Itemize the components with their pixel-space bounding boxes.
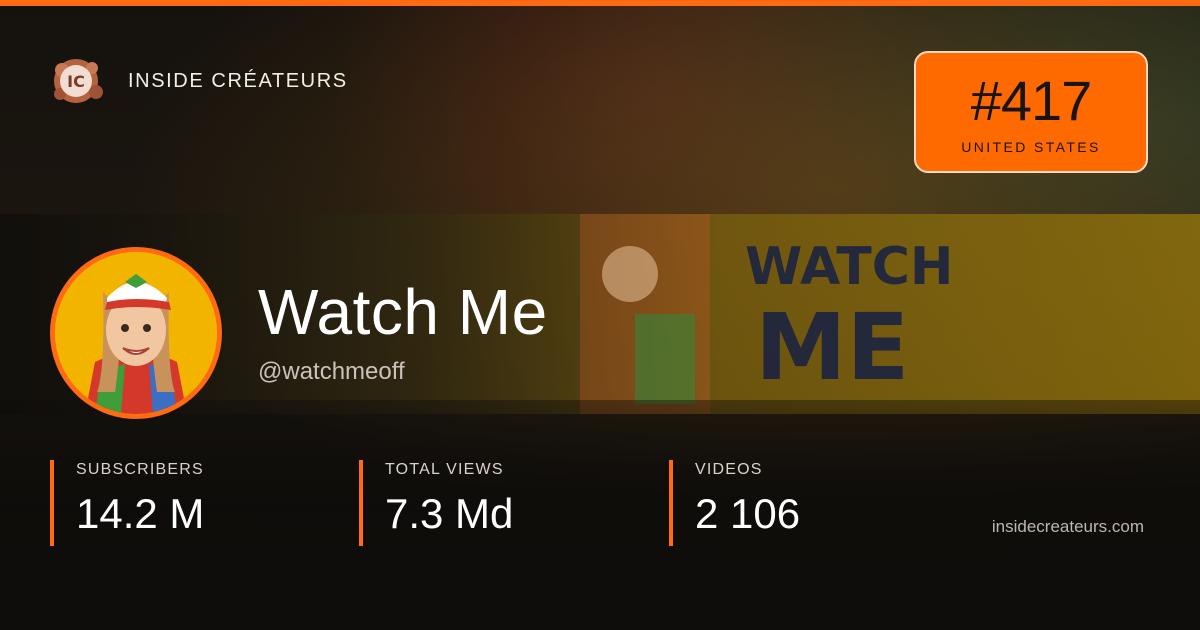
- rank-country: UNITED STATES: [961, 139, 1101, 155]
- rank-badge: #417 UNITED STATES: [914, 51, 1148, 173]
- top-accent-strip: [0, 0, 1200, 6]
- ic-logo-icon: IC: [50, 56, 108, 106]
- stat-subscribers: SUBSCRIBERS 14.2 M: [50, 460, 204, 546]
- banner-title-watch: WATCH: [745, 237, 953, 297]
- stat-value: 2 106: [695, 490, 801, 537]
- banner-art: WATCH ME: [580, 214, 953, 414]
- creator-card: WATCH ME IC INSIDE CRÉATEURS #417 UNITED…: [0, 0, 1200, 630]
- ic-logo-text: IC: [67, 72, 85, 91]
- stat-value: 14.2 M: [76, 490, 205, 537]
- stat-label: TOTAL VIEWS: [385, 461, 504, 478]
- brand[interactable]: IC INSIDE CRÉATEURS: [50, 56, 348, 106]
- stat-value: 7.3 Md: [385, 490, 514, 537]
- channel-name: Watch Me: [258, 276, 548, 348]
- rank-number: #417: [970, 69, 1093, 132]
- channel-handle[interactable]: @watchmeoff: [258, 358, 405, 386]
- stat-label: VIDEOS: [695, 461, 763, 478]
- banner-title-me: ME: [755, 294, 909, 401]
- avatar-portrait: [55, 252, 217, 414]
- brand-name: INSIDE CRÉATEURS: [128, 69, 348, 92]
- stat-videos: VIDEOS 2 106: [669, 460, 800, 546]
- stat-label: SUBSCRIBERS: [76, 461, 204, 478]
- stat-total-views: TOTAL VIEWS 7.3 Md: [359, 460, 513, 546]
- avatar[interactable]: [50, 247, 222, 419]
- site-link[interactable]: insidecreateurs.com: [992, 517, 1144, 537]
